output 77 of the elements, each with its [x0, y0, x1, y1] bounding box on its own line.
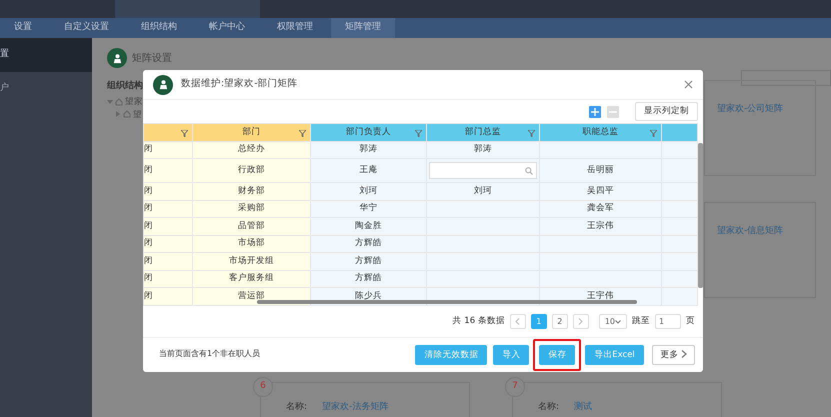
column-header[interactable]: 部门总监	[426, 124, 540, 141]
plus-icon	[591, 108, 599, 116]
page-button[interactable]: 1	[530, 314, 547, 329]
table-cell: 市场部	[192, 235, 310, 252]
dialog-title: 数据维护:望家欢-部门矩阵	[181, 77, 298, 92]
tree-item[interactable]: 望	[133, 108, 142, 122]
tree-item[interactable]: 望家	[125, 96, 143, 109]
nav-tab[interactable]: 权限管理	[263, 18, 327, 38]
table-cell: 刘珂	[426, 182, 540, 200]
sidebar-item[interactable]: 置	[0, 38, 92, 72]
section-label: 组织结构	[107, 81, 143, 91]
table-cell: 闭	[144, 141, 192, 158]
chevron-left-icon	[515, 318, 520, 325]
table-cell: 行政部	[192, 158, 310, 182]
table-cell: 闭	[144, 200, 192, 218]
field-label: 名称:	[286, 401, 308, 414]
column-header[interactable]: 职能总监	[540, 124, 662, 141]
table-cell: 刘珂	[310, 182, 426, 200]
chevron-down-icon	[615, 320, 621, 324]
next-page-button[interactable]	[572, 314, 589, 329]
nav-tab[interactable]: 矩阵管理	[331, 18, 395, 38]
footer-note: 当前页面含有1个非在职人员	[159, 348, 260, 360]
table-cell: 郭涛	[310, 141, 426, 158]
page-unit-label: 页	[686, 315, 695, 328]
page-number-field[interactable]: 1	[655, 314, 681, 329]
table-cell: 闭	[144, 182, 192, 200]
page-title: 矩阵设置	[132, 52, 172, 66]
nav-tab[interactable]: 自定义设置	[50, 18, 123, 38]
top-bar-tab[interactable]	[115, 0, 260, 18]
table-cell: 华宁	[310, 200, 426, 218]
column-header[interactable]: 部门负责人	[310, 124, 426, 141]
nav-tab[interactable]: 帐户中心	[195, 18, 259, 38]
nav-tab[interactable]: 设置	[0, 18, 46, 38]
card-number: 6	[253, 377, 273, 397]
table-cell: 市场开发组	[192, 252, 310, 270]
jump-label: 跳至	[632, 315, 650, 328]
column-settings-button[interactable]: 显示列定制	[635, 102, 698, 121]
card-number: 7	[505, 377, 525, 397]
table-cell: 闭	[144, 270, 192, 288]
add-button[interactable]	[589, 106, 601, 118]
search-icon	[525, 166, 533, 174]
table-cell: 方辉皓	[310, 235, 426, 252]
table-cell: 闭	[144, 218, 192, 235]
sidebar-item[interactable]: 户	[0, 72, 92, 105]
vertical-scrollbar[interactable]	[698, 143, 703, 288]
table-cell: 品管部	[192, 218, 310, 235]
total-count: 共 16 条数据	[452, 315, 505, 328]
page-button[interactable]: 2	[552, 314, 568, 329]
table-cell: 客户服务组	[192, 270, 310, 288]
table-cell: 王宗伟	[540, 218, 662, 235]
page-size-select[interactable]: 10	[598, 314, 627, 329]
table-cell: 方辉皓	[310, 270, 426, 288]
table-cell: 方辉皓	[310, 252, 426, 270]
table-cell: 闭	[144, 158, 192, 182]
table-cell: 财务部	[192, 182, 310, 200]
chevron-right-icon	[681, 350, 687, 358]
person-icon	[107, 48, 127, 68]
table-cell: 陶金胜	[310, 218, 426, 235]
previous-page-button[interactable]	[510, 314, 526, 329]
remove-button[interactable]	[607, 106, 619, 118]
table-cell: 总经办	[192, 141, 310, 158]
field-label: 名称:	[538, 401, 560, 414]
table-cell: 龚会军	[540, 200, 662, 218]
table-cell: 闭	[144, 235, 192, 252]
nav-tab[interactable]: 组织结构	[127, 18, 191, 38]
table-cell: 吴四平	[540, 182, 662, 200]
table-cell: 郭涛	[426, 141, 540, 158]
person-icon	[153, 74, 173, 94]
column-header[interactable]: 部门	[192, 124, 310, 141]
table-cell: 王庵	[310, 158, 426, 182]
more-button[interactable]: 更多	[652, 344, 695, 366]
table-cell: 闭	[144, 252, 192, 270]
table-cell: 采购部	[192, 200, 310, 218]
horizontal-scrollbar[interactable]	[257, 300, 637, 304]
chevron-right-icon	[578, 318, 584, 325]
table-cell: 闭	[144, 288, 192, 305]
table-cell: 岳明丽	[540, 158, 662, 182]
